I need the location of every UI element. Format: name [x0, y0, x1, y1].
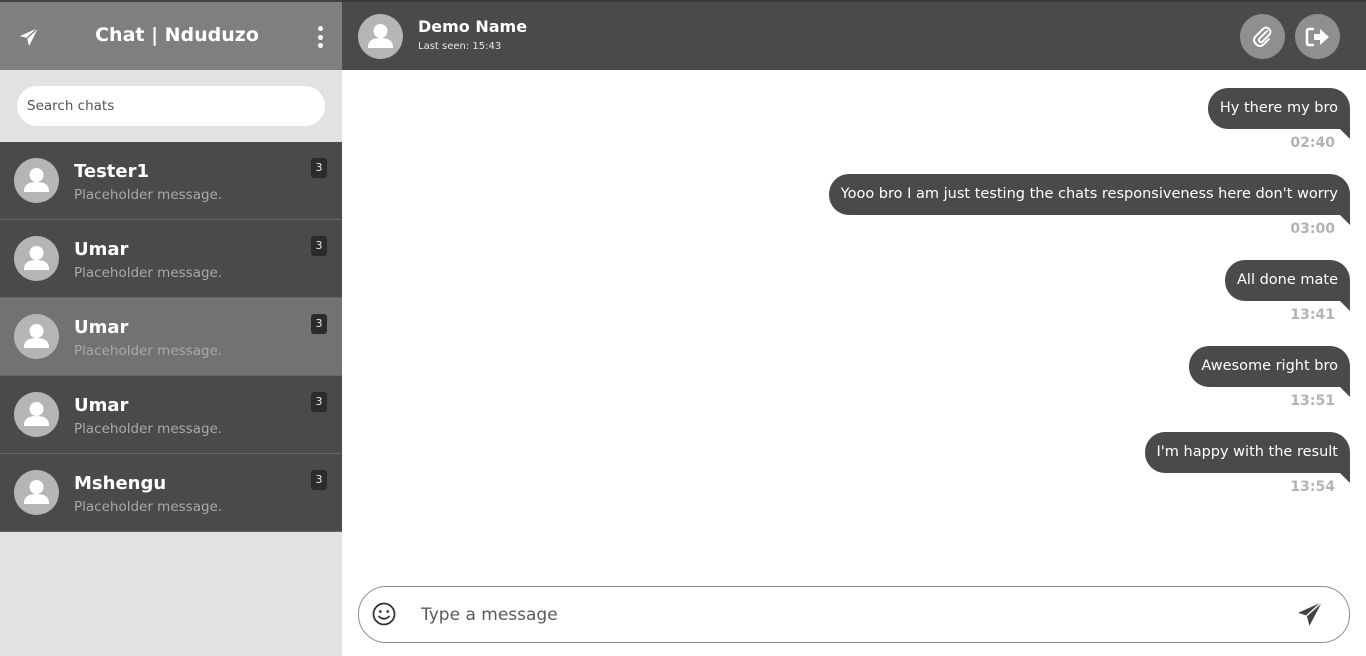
sidebar-header: Chat | Nduduzo — [0, 2, 342, 70]
unread-badge: 3 — [311, 470, 327, 490]
avatar — [14, 470, 59, 515]
chat-name: Tester1 — [74, 161, 150, 182]
sidebar: Chat | Nduduzo Tester1 Placeholder messa… — [0, 0, 342, 656]
attach-button[interactable] — [1240, 14, 1285, 59]
logout-button[interactable] — [1295, 14, 1340, 59]
message-bubble: All done mate — [1225, 260, 1350, 311]
unread-badge: 3 — [311, 314, 327, 334]
last-seen: Last seen: 15:43 — [418, 41, 502, 52]
search-input[interactable] — [17, 86, 325, 126]
conversation-header: Demo Name Last seen: 15:43 — [342, 0, 1366, 70]
unread-badge: 3 — [311, 158, 327, 178]
message-time: 02:40 — [1290, 135, 1335, 151]
message: All done mate 13:41 — [1225, 260, 1350, 323]
paperclip-icon — [1252, 26, 1271, 47]
chat-name: Umar — [74, 239, 129, 260]
smiley-icon[interactable] — [371, 601, 397, 627]
avatar — [14, 236, 59, 281]
chat-preview: Placeholder message. — [74, 499, 223, 515]
message-bubble: Yooo bro I am just testing the chats res… — [828, 174, 1351, 225]
sign-out-icon — [1305, 27, 1329, 46]
chat-list-item[interactable]: Umar Placeholder message. 3 — [0, 220, 342, 298]
search-bar — [0, 70, 342, 142]
message-input[interactable] — [421, 599, 1281, 631]
chat-preview: Placeholder message. — [74, 343, 223, 359]
chat-name: Mshengu — [74, 473, 167, 494]
chat-list-item[interactable]: Tester1 Placeholder message. 3 — [0, 142, 342, 220]
message-bubble: Awesome right bro — [1189, 346, 1350, 397]
kebab-menu-icon[interactable] — [316, 26, 324, 48]
message-time: 13:41 — [1290, 307, 1335, 323]
avatar — [14, 158, 59, 203]
message-composer — [358, 586, 1350, 643]
message-list: Hy there my bro 02:40 Yooo bro I am just… — [342, 70, 1366, 576]
chat-name: Umar — [74, 317, 129, 338]
chat-preview: Placeholder message. — [74, 187, 223, 203]
message: I'm happy with the result 13:54 — [1144, 432, 1351, 495]
chat-name: Umar — [74, 395, 129, 416]
app-title: Chat | Nduduzo — [95, 24, 259, 46]
avatar[interactable] — [358, 14, 403, 59]
chat-list-item-active[interactable]: Umar Placeholder message. 3 — [0, 298, 342, 376]
message-bubble: Hy there my bro — [1207, 88, 1351, 139]
message-bubble: I'm happy with the result — [1144, 432, 1351, 483]
unread-badge: 3 — [311, 236, 327, 256]
message: Yooo bro I am just testing the chats res… — [828, 174, 1351, 237]
paper-plane-icon[interactable] — [1297, 601, 1323, 627]
message: Hy there my bro 02:40 — [1207, 88, 1351, 151]
chat-preview: Placeholder message. — [74, 421, 223, 437]
avatar — [14, 392, 59, 437]
avatar — [14, 314, 59, 359]
message-time: 03:00 — [1290, 221, 1335, 237]
contact-name: Demo Name — [418, 17, 528, 36]
chat-list-item[interactable]: Mshengu Placeholder message. 3 — [0, 454, 342, 532]
message-time: 13:54 — [1290, 479, 1335, 495]
message-time: 13:51 — [1290, 393, 1335, 409]
chat-window: Demo Name Last seen: 15:43 Hy there my b… — [342, 0, 1366, 656]
chat-preview: Placeholder message. — [74, 265, 223, 281]
chat-list-item[interactable]: Umar Placeholder message. 3 — [0, 376, 342, 454]
unread-badge: 3 — [311, 392, 327, 412]
message: Awesome right bro 13:51 — [1189, 346, 1350, 409]
